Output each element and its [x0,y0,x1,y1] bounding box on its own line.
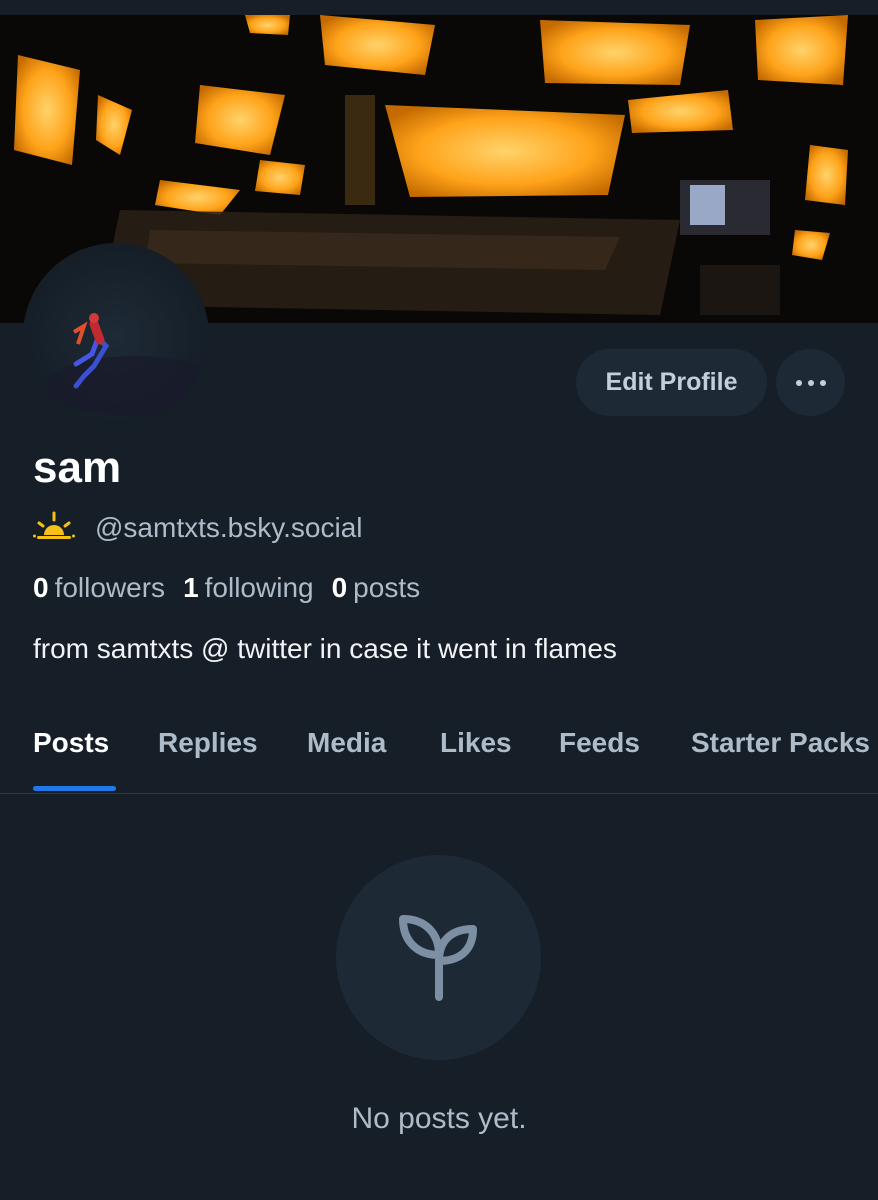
more-options-button[interactable] [776,349,845,416]
edit-profile-button[interactable]: Edit Profile [576,349,767,416]
following-label: following [204,572,314,603]
seedling-icon [389,905,489,1010]
handle[interactable]: @samtxts.bsky.social [95,512,363,544]
profile-stats: 0 followers 1 following 0 posts [33,568,438,608]
profile-bio: from samtxts @ twitter in case it went i… [33,633,617,664]
ellipsis-icon [793,379,829,386]
handle-row: @samtxts.bsky.social [33,508,363,548]
sunrise-icon [33,511,75,546]
display-name: sam [33,443,122,492]
followers-label: followers [54,572,166,603]
empty-state-text: No posts yet. [351,1102,527,1135]
tab-starter-packs[interactable]: Starter Packs [691,727,870,759]
tab-replies[interactable]: Replies [158,727,258,759]
posts-stat: 0 posts [332,572,421,604]
tab-posts[interactable]: Posts [33,727,109,759]
followers-stat[interactable]: 0 followers [33,572,165,604]
tab-feeds[interactable]: Feeds [559,727,640,759]
tab-likes[interactable]: Likes [440,727,512,759]
active-tab-indicator [33,786,116,791]
tab-media[interactable]: Media [307,727,386,759]
top-bar [0,0,878,15]
posts-count: 0 [331,572,348,603]
followers-count: 0 [33,572,49,603]
empty-state-badge [336,855,541,1060]
profile-tabs: Posts Replies Media Likes Feeds Starter … [0,705,878,794]
following-stat[interactable]: 1 following [183,572,314,604]
following-count: 1 [183,572,199,603]
avatar[interactable] [23,243,209,429]
posts-label: posts [353,572,421,603]
